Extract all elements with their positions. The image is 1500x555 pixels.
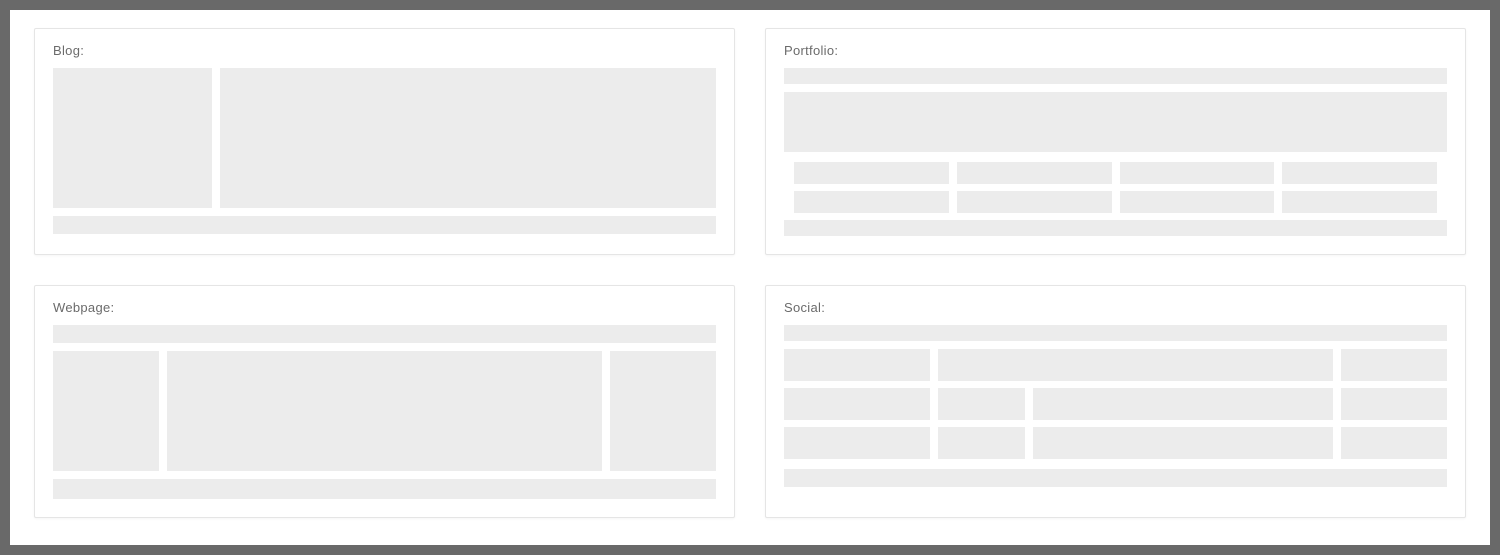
social-footer-placeholder: [784, 469, 1447, 487]
webpage-header-placeholder: [53, 325, 716, 343]
social-right-item-placeholder: [1341, 427, 1447, 459]
blog-layout-body: [53, 68, 716, 208]
social-center-small-placeholder: [938, 427, 1025, 459]
webpage-template-card[interactable]: Webpage:: [34, 285, 735, 518]
blog-sidebar-placeholder: [53, 68, 212, 208]
content-area[interactable]: Blog: Portfolio:: [10, 10, 1490, 545]
social-left-item-placeholder: [784, 388, 930, 420]
blog-footer-placeholder: [53, 216, 716, 234]
social-left-column: [784, 349, 930, 459]
portfolio-item-placeholder: [1120, 191, 1275, 213]
social-center-column: [938, 349, 1333, 459]
portfolio-row-1: [784, 162, 1447, 184]
social-header-placeholder: [784, 325, 1447, 341]
portfolio-item-placeholder: [957, 191, 1112, 213]
blog-title: Blog:: [53, 43, 716, 58]
social-title: Social:: [784, 300, 1447, 315]
portfolio-item-placeholder: [794, 162, 949, 184]
blog-template-card[interactable]: Blog:: [34, 28, 735, 255]
social-center-subrow: [938, 388, 1333, 420]
social-center-wide-placeholder: [1033, 427, 1333, 459]
webpage-title: Webpage:: [53, 300, 716, 315]
webpage-body: [53, 351, 716, 471]
portfolio-item-placeholder: [957, 162, 1112, 184]
social-template-card[interactable]: Social:: [765, 285, 1466, 518]
social-center-wide-placeholder: [1033, 388, 1333, 420]
portfolio-item-placeholder: [1120, 162, 1275, 184]
social-right-column: [1341, 349, 1447, 459]
social-body: [784, 349, 1447, 459]
template-grid: Blog: Portfolio:: [34, 28, 1466, 518]
portfolio-row-2: [784, 191, 1447, 213]
social-right-item-placeholder: [1341, 388, 1447, 420]
social-right-item-placeholder: [1341, 349, 1447, 381]
social-left-item-placeholder: [784, 349, 930, 381]
portfolio-footer-placeholder: [784, 220, 1447, 236]
webpage-left-placeholder: [53, 351, 159, 471]
webpage-right-placeholder: [610, 351, 716, 471]
portfolio-template-card[interactable]: Portfolio:: [765, 28, 1466, 255]
webpage-main-placeholder: [167, 351, 602, 471]
social-center-subrow: [938, 427, 1333, 459]
portfolio-item-placeholder: [1282, 162, 1437, 184]
social-center-small-placeholder: [938, 388, 1025, 420]
portfolio-item-placeholder: [1282, 191, 1437, 213]
portfolio-item-placeholder: [794, 191, 949, 213]
social-center-row-placeholder: [938, 349, 1333, 381]
portfolio-title: Portfolio:: [784, 43, 1447, 58]
webpage-footer-placeholder: [53, 479, 716, 499]
portfolio-hero-placeholder: [784, 92, 1447, 152]
social-left-item-placeholder: [784, 427, 930, 459]
portfolio-top-placeholder: [784, 68, 1447, 84]
blog-main-placeholder: [220, 68, 716, 208]
